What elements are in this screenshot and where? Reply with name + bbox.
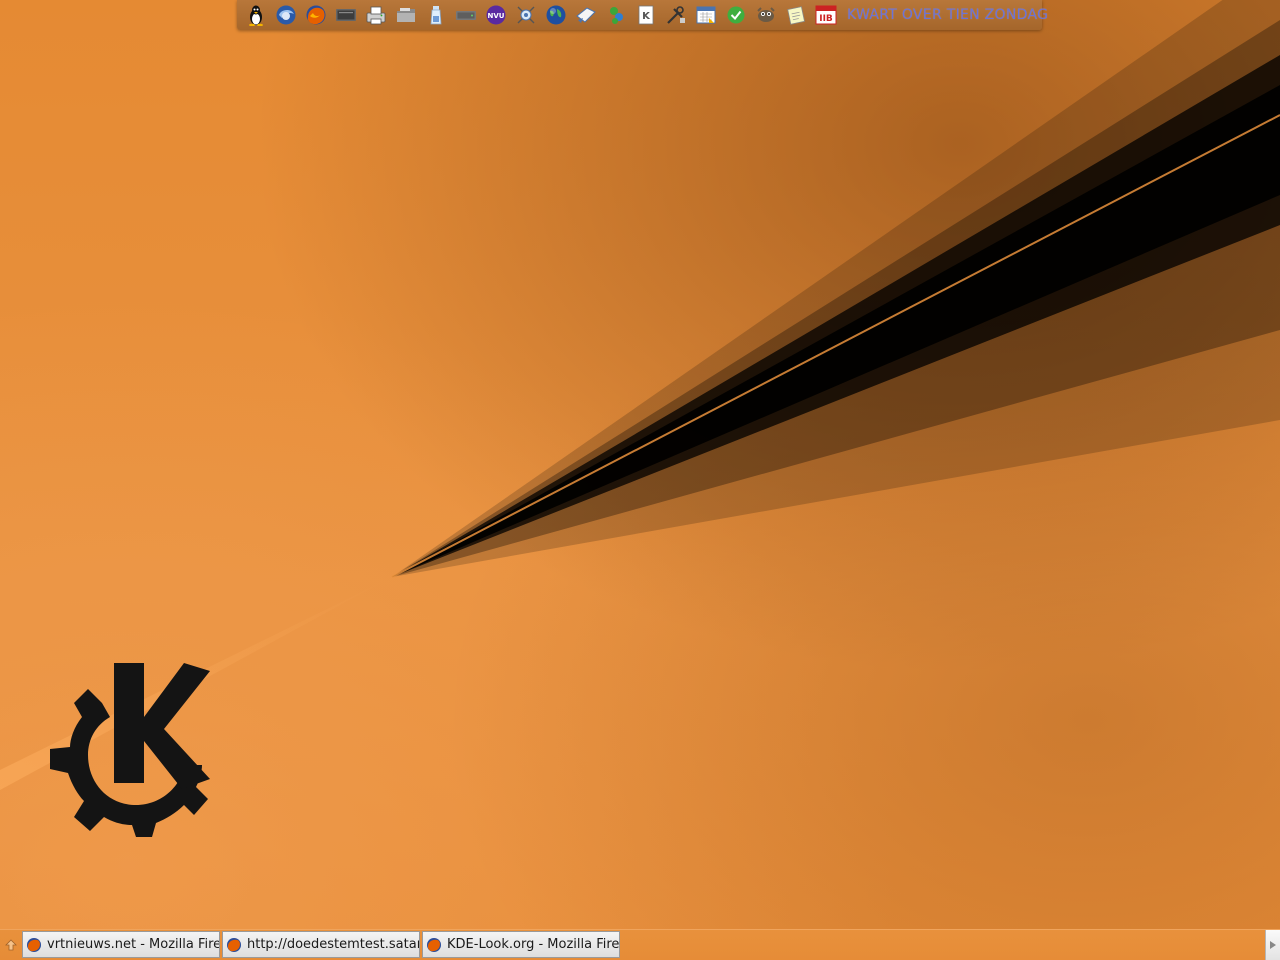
imdb-icon[interactable]: IIB — [813, 2, 839, 28]
folder-icon[interactable] — [393, 2, 419, 28]
clock[interactable]: KWART OVER TIEN ZONDAG — [847, 7, 1048, 23]
gimp-icon[interactable] — [753, 2, 779, 28]
taskbar-expand-arrow-icon[interactable] — [1265, 930, 1280, 960]
tux-icon[interactable] — [243, 2, 269, 28]
thunderbird-icon[interactable] — [273, 2, 299, 28]
task-button[interactable]: KDE-Look.org - Mozilla Fire — [422, 931, 620, 958]
top-panel: NVU K IIB KWART OVER TIEN ZONDAG — [237, 0, 1048, 30]
task-label: KDE-Look.org - Mozilla Fire — [447, 937, 619, 952]
network-icon[interactable] — [513, 2, 539, 28]
task-label: http://doedestemtest.satan — [247, 937, 419, 952]
nvu-icon[interactable]: NVU — [483, 2, 509, 28]
drive-icon[interactable] — [453, 2, 479, 28]
printer-icon[interactable] — [363, 2, 389, 28]
firefox-icon — [426, 937, 442, 953]
svg-text:IIB: IIB — [819, 14, 833, 24]
taskbar-up-arrow-icon[interactable] — [2, 936, 20, 954]
terminal-icon[interactable] — [333, 2, 359, 28]
firefox-icon — [26, 937, 42, 953]
notes-icon[interactable] — [783, 2, 809, 28]
mail-icon[interactable] — [573, 2, 599, 28]
task-button[interactable]: vrtnieuws.net - Mozilla Fire — [22, 931, 220, 958]
svg-text:NVU: NVU — [488, 12, 505, 20]
gaim-icon[interactable] — [603, 2, 629, 28]
task-label: vrtnieuws.net - Mozilla Fire — [47, 937, 219, 952]
taskbar: vrtnieuws.net - Mozilla Fire http://doed… — [0, 929, 1280, 960]
desktop: NVU K IIB KWART OVER TIEN ZONDAG vrtnieu… — [0, 0, 1280, 960]
firefox-icon — [226, 937, 242, 953]
firefox-icon[interactable] — [303, 2, 329, 28]
svg-text:K: K — [642, 11, 651, 22]
globe-icon[interactable] — [543, 2, 569, 28]
check-icon[interactable] — [723, 2, 749, 28]
bottle-icon[interactable] — [423, 2, 449, 28]
kde-gear-logo — [50, 663, 210, 837]
calendar-icon[interactable] — [693, 2, 719, 28]
kdict-icon[interactable]: K — [633, 2, 659, 28]
task-button[interactable]: http://doedestemtest.satan — [222, 931, 420, 958]
tools-icon[interactable] — [663, 2, 689, 28]
